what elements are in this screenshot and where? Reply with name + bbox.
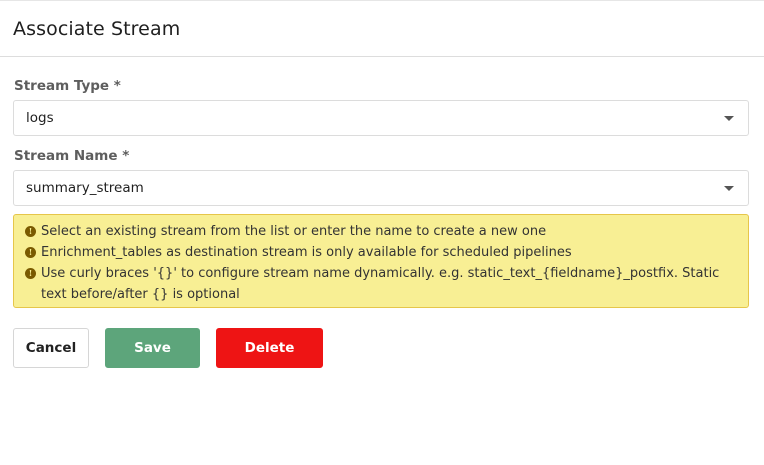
stream-name-label: Stream Name * — [14, 148, 130, 164]
stream-type-label: Stream Type * — [14, 78, 121, 94]
notice-item: ! Enrichment_tables as destination strea… — [25, 242, 738, 263]
notice-item: ! Select an existing stream from the lis… — [25, 221, 738, 242]
notice-text: Enrichment_tables as destination stream … — [41, 245, 572, 260]
associate-stream-panel: Associate Stream Stream Type * logs Stre… — [0, 0, 764, 465]
stream-type-select[interactable]: logs — [13, 100, 749, 136]
dialog-header: Associate Stream — [0, 1, 764, 57]
delete-button[interactable]: Delete — [216, 328, 323, 368]
info-icon: ! — [25, 226, 36, 237]
stream-type-value: logs — [26, 110, 54, 126]
dialog-title: Associate Stream — [13, 17, 181, 40]
info-notice: ! Select an existing stream from the lis… — [13, 214, 749, 308]
chevron-down-icon[interactable] — [724, 115, 734, 121]
stream-name-select[interactable]: summary_stream — [13, 170, 749, 206]
info-icon: ! — [25, 247, 36, 258]
stream-name-value: summary_stream — [26, 180, 144, 196]
save-button[interactable]: Save — [105, 328, 200, 368]
notice-text: Select an existing stream from the list … — [41, 224, 547, 239]
chevron-down-icon[interactable] — [724, 185, 734, 191]
cancel-button[interactable]: Cancel — [13, 328, 89, 368]
notice-text: Use curly braces '{}' to configure strea… — [41, 266, 720, 302]
info-icon: ! — [25, 268, 36, 279]
notice-item: ! Use curly braces '{}' to configure str… — [25, 263, 738, 305]
